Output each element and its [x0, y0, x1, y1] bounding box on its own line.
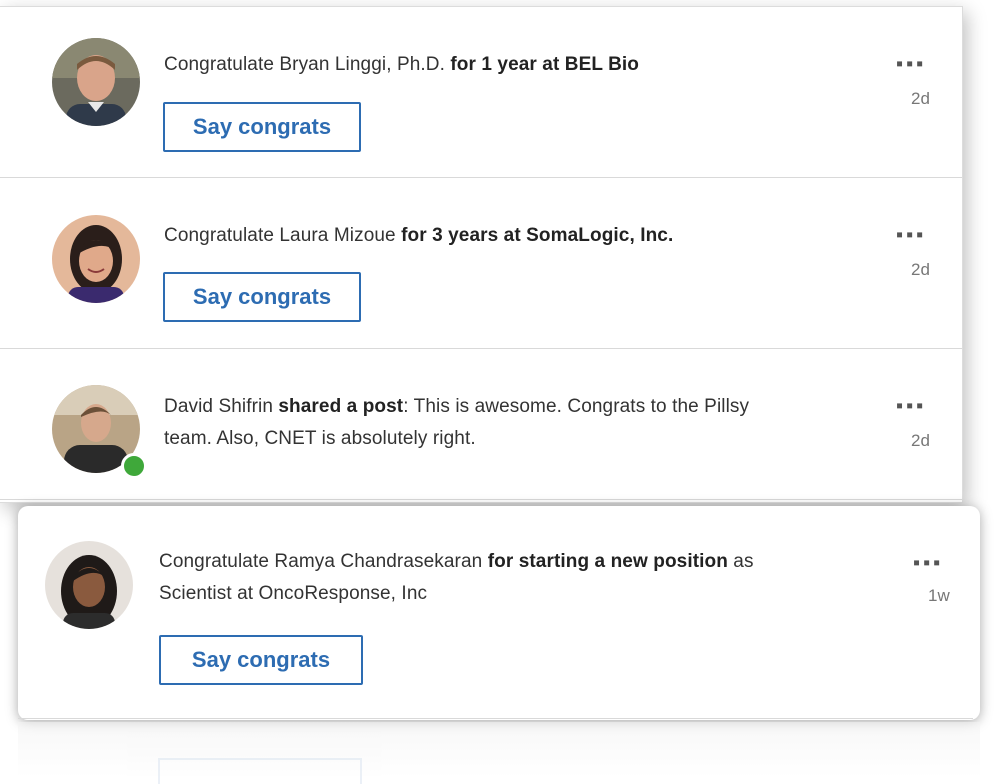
- say-congrats-button[interactable]: Say congrats: [159, 635, 363, 685]
- timestamp: 2d: [911, 89, 930, 108]
- avatar[interactable]: [52, 215, 140, 303]
- notification-text[interactable]: David Shifrin shared a post: This is awe…: [164, 391, 874, 455]
- say-congrats-button[interactable]: Say congrats: [163, 102, 361, 152]
- more-options-icon[interactable]: ▪▪▪: [896, 53, 926, 76]
- timestamp: 2d: [911, 431, 930, 450]
- avatar[interactable]: [52, 38, 140, 126]
- notification-item[interactable]: Congratulate Bryan Linggi, Ph.D. for 1 y…: [0, 7, 962, 178]
- say-congrats-button[interactable]: Say congrats: [163, 272, 361, 322]
- notification-item[interactable]: David Shifrin shared a post: This is awe…: [0, 349, 962, 500]
- timestamp: 2d: [911, 260, 930, 279]
- more-options-icon[interactable]: ▪▪▪: [896, 395, 926, 418]
- more-options-icon[interactable]: ▪▪▪: [913, 552, 943, 575]
- reflection: [18, 722, 980, 784]
- notification-text: Congratulate Ramya Chandrasekaran for st…: [159, 551, 754, 604]
- notification-text: Congratulate Laura Mizoue for 3 years at…: [164, 225, 674, 246]
- notification-item[interactable]: Congratulate Laura Mizoue for 3 years at…: [0, 178, 962, 349]
- timestamp: 1w: [928, 586, 950, 605]
- avatar[interactable]: [45, 541, 133, 629]
- notification-item-selected[interactable]: Congratulate Ramya Chandrasekaran for st…: [18, 506, 980, 720]
- online-status-icon: [121, 453, 147, 479]
- notification-text: Congratulate Bryan Linggi, Ph.D. for 1 y…: [164, 54, 639, 75]
- more-options-icon[interactable]: ▪▪▪: [896, 224, 926, 247]
- reflection-button-ghost: [158, 758, 362, 784]
- notification-panel: Congratulate Bryan Linggi, Ph.D. for 1 y…: [0, 6, 963, 503]
- divider: [18, 718, 973, 719]
